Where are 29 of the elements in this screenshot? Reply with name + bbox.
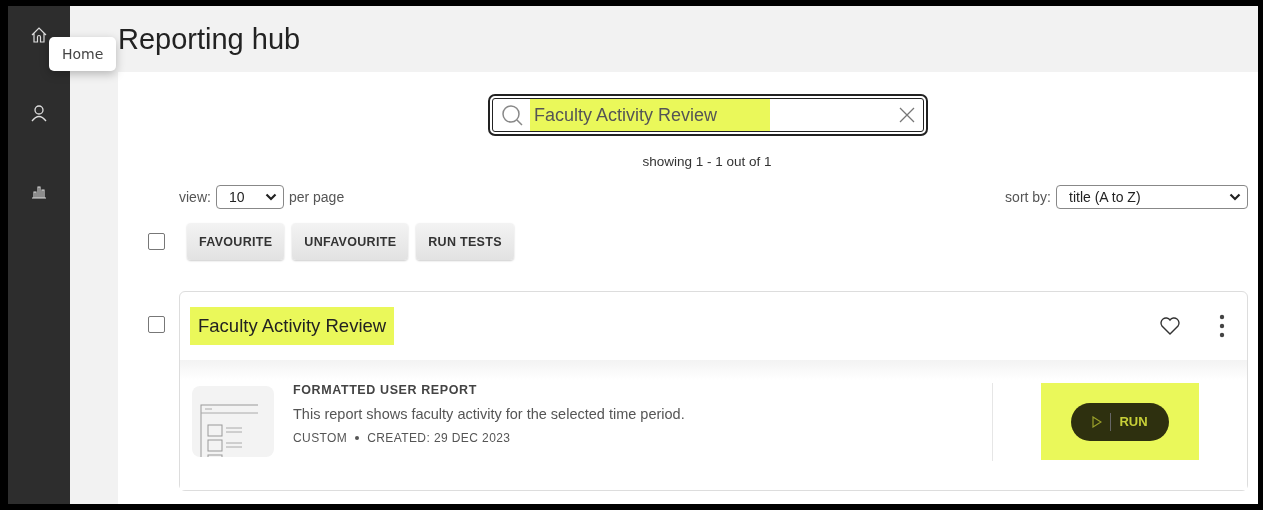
report-thumbnail-icon (192, 386, 274, 457)
view-label: view: (179, 189, 211, 205)
per-page-label: per page (288, 189, 345, 205)
more-icon[interactable] (1219, 314, 1225, 338)
separator-dot (355, 436, 360, 440)
sort-select[interactable]: title (A to Z) (1056, 185, 1248, 209)
page-size-select[interactable]: 10 (215, 185, 284, 209)
chevron-down-icon (1229, 193, 1241, 201)
sort-label: sort by: (1005, 189, 1051, 205)
action-button[interactable]: FAVOURITE (187, 223, 285, 260)
action-button[interactable]: RUN TESTS (416, 223, 514, 260)
action-button[interactable]: UNFAVOURITE (292, 223, 409, 260)
play-icon (1092, 415, 1103, 428)
checkbox[interactable] (148, 233, 165, 250)
report-category: CUSTOM (293, 431, 348, 445)
heart-icon[interactable] (1159, 316, 1181, 336)
run-button[interactable]: RUN (1071, 402, 1169, 441)
page-title: Reporting hub (118, 22, 301, 56)
search-icon (500, 103, 524, 127)
tooltip: Home (49, 37, 117, 71)
chevron-down-icon (264, 193, 277, 201)
report-title[interactable]: Faculty Activity Review (190, 307, 395, 345)
search-field[interactable]: Faculty Activity Review (488, 94, 928, 136)
created-date: CREATED: 29 DEC 2023 (367, 431, 511, 445)
close-icon[interactable] (898, 106, 916, 124)
checkbox[interactable] (148, 316, 165, 333)
report-type: FORMATTED USER REPORT (293, 383, 478, 397)
result-count: showing 1 - 1 out of 1 (641, 154, 773, 169)
report-description: This report shows faculty activity for the selected time period. (293, 406, 686, 422)
